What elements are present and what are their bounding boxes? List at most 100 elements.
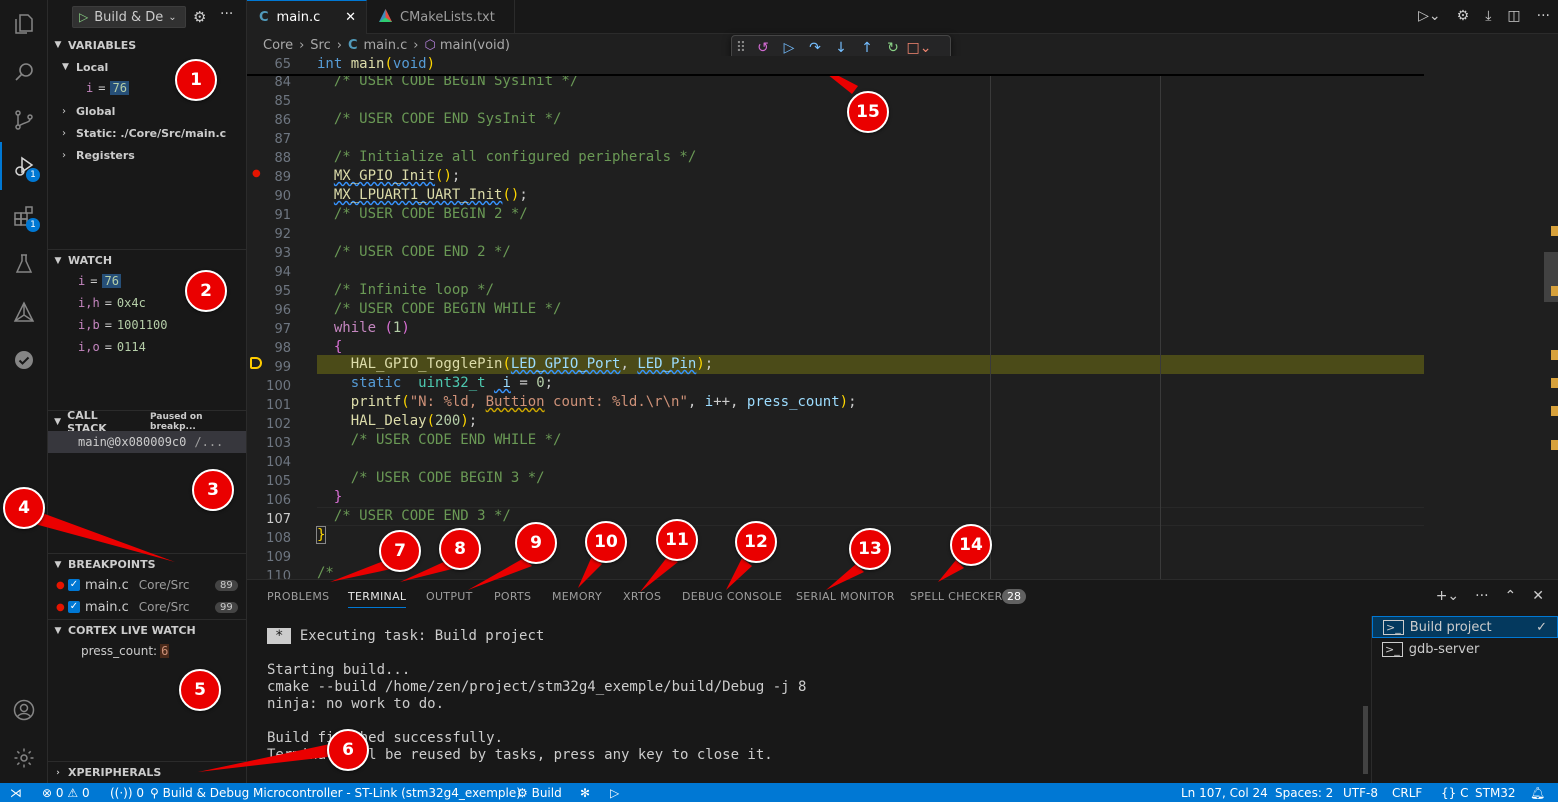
gear-icon[interactable] bbox=[0, 734, 48, 782]
function-symbol-icon: ⬡ bbox=[424, 37, 436, 53]
terminal-list-item[interactable]: >_ gdb-server bbox=[1372, 638, 1558, 660]
variables-global-scope[interactable]: › Global bbox=[48, 100, 246, 122]
search-icon[interactable] bbox=[0, 48, 48, 96]
tab-terminal[interactable]: TERMINAL bbox=[348, 590, 407, 608]
source-control-icon[interactable] bbox=[0, 96, 48, 144]
close-icon[interactable]: ✕ bbox=[345, 10, 356, 25]
end-of-line[interactable]: CRLF bbox=[1392, 783, 1422, 802]
watch-expression: i,o bbox=[78, 340, 100, 354]
code-line: MX_LPUART1_UART_Init(); bbox=[333, 187, 528, 203]
tab-xrtos[interactable]: XRTOS bbox=[623, 590, 661, 603]
tab-output[interactable]: OUTPUT bbox=[426, 590, 473, 603]
breakpoint-file: main.c bbox=[85, 577, 129, 593]
cursor-position[interactable]: Ln 107, Col 24 bbox=[1181, 783, 1268, 802]
run-icon[interactable]: ▷ bbox=[610, 783, 619, 802]
xperipherals-section-header[interactable]: › XPERIPHERALS bbox=[48, 761, 246, 783]
terminal-list-item[interactable]: >_ Build project ✓ bbox=[1372, 616, 1558, 638]
watch-section-header[interactable]: ▼ WATCH bbox=[48, 249, 246, 271]
annotation-marker: 8 bbox=[439, 528, 481, 570]
tab-debug-console[interactable]: DEBUG CONSOLE bbox=[682, 590, 782, 603]
annotation-marker: 13 bbox=[849, 528, 891, 570]
chevron-right-icon: › bbox=[62, 105, 66, 117]
breadcrumb-symbol[interactable]: main(void) bbox=[440, 38, 510, 53]
code-editor[interactable]: 65 int main(void) ● 84 85 86 87 88 89 90 91 92 93… bbox=[247, 56, 1558, 579]
notifications-bell-icon[interactable]: 🔔︎ bbox=[1530, 783, 1545, 802]
checkbox-checked-icon[interactable]: ✓ bbox=[68, 601, 80, 613]
line-number: 90 bbox=[274, 189, 291, 204]
new-terminal-icon[interactable]: +⌄ bbox=[1436, 588, 1459, 604]
tab-serial-monitor[interactable]: SERIAL MONITOR bbox=[796, 590, 895, 603]
breadcrumb-file[interactable]: main.c bbox=[364, 38, 408, 53]
more-actions-icon[interactable]: ··· bbox=[220, 6, 233, 22]
start-debugging-icon[interactable]: ▷ bbox=[79, 10, 88, 24]
variables-section-header[interactable]: ▼ VARIABLES bbox=[48, 34, 246, 56]
tab-memory[interactable]: MEMORY bbox=[552, 590, 602, 603]
terminal-name: Build project bbox=[1409, 619, 1492, 635]
launch-config-select[interactable]: ▷ Build & De ⌄ bbox=[72, 6, 186, 28]
build-status[interactable]: ⚙ Build bbox=[517, 783, 562, 802]
language-mode[interactable]: {} C bbox=[1441, 783, 1469, 802]
terminal-task-line: * Executing task: Build project bbox=[267, 628, 544, 644]
tab-ports[interactable]: PORTS bbox=[494, 590, 531, 603]
chevron-right-icon: › bbox=[62, 127, 66, 139]
local-variable-i[interactable]: i = 76 bbox=[48, 77, 246, 99]
call-stack-frame[interactable]: main@0x080009c0 /... bbox=[48, 431, 246, 453]
live-watch-section-header[interactable]: ▼ CORTEX LIVE WATCH bbox=[48, 619, 246, 641]
line-number: 105 bbox=[266, 474, 291, 489]
tab-problems[interactable]: PROBLEMS bbox=[267, 590, 329, 603]
variables-static-scope[interactable]: › Static: ./Core/Src/main.c bbox=[48, 122, 246, 144]
terminal-line: cmake --build /home/zen/project/stm32g4_… bbox=[267, 679, 807, 695]
line-number: 93 bbox=[274, 246, 291, 261]
remote-icon[interactable]: ⋊ bbox=[10, 783, 22, 802]
run-debug-icon[interactable]: 1 bbox=[0, 142, 48, 190]
breadcrumb-folder[interactable]: Core bbox=[263, 38, 293, 53]
close-icon[interactable]: ✕ bbox=[1532, 588, 1544, 604]
ruler bbox=[990, 76, 991, 579]
call-stack-section-header[interactable]: ▼ CALL STACK Paused on breakp... bbox=[48, 409, 246, 435]
tasks-check-icon[interactable] bbox=[0, 336, 48, 384]
line-number: 104 bbox=[266, 455, 291, 470]
breakpoints-section-header[interactable]: ▼ BREAKPOINTS bbox=[48, 553, 246, 575]
variables-local-scope[interactable]: ▼ Local bbox=[48, 56, 246, 78]
variables-registers-scope[interactable]: › Registers bbox=[48, 144, 246, 166]
tab-main-c[interactable]: C main.c ✕ bbox=[247, 0, 367, 34]
split-editor-icon[interactable]: ◫ bbox=[1507, 8, 1520, 24]
encoding[interactable]: UTF-8 bbox=[1343, 783, 1378, 802]
maximize-panel-icon[interactable]: ⌃ bbox=[1505, 588, 1517, 604]
more-actions-icon[interactable]: ··· bbox=[1537, 8, 1550, 24]
breakpoint-item[interactable]: ● ✓ main.c Core/Src 89 bbox=[48, 574, 246, 596]
terminal-line: ninja: no work to do. bbox=[267, 696, 445, 712]
ports-status[interactable]: ((·)) 0 bbox=[110, 783, 144, 802]
chevron-right-icon: › bbox=[299, 37, 305, 53]
problems-status[interactable]: ⊗ 0 ⚠ 0 bbox=[42, 783, 90, 802]
accounts-icon[interactable] bbox=[0, 686, 48, 734]
download-icon[interactable]: ⤓ bbox=[1485, 8, 1491, 24]
gear-icon: ⚙ bbox=[517, 785, 528, 800]
gear-icon[interactable]: ⚙ bbox=[1457, 8, 1470, 24]
line-number: 87 bbox=[274, 132, 291, 147]
terminal-scrollbar[interactable] bbox=[1363, 706, 1368, 774]
tab-cmakelists[interactable]: CMakeLists.txt bbox=[367, 0, 515, 34]
watch-title: WATCH bbox=[68, 254, 113, 267]
live-watch-item[interactable]: press_count: 6 bbox=[48, 640, 246, 662]
debug-settings-gear-icon[interactable]: ⚙ bbox=[193, 8, 206, 26]
sticky-scroll-header[interactable]: 65 int main(void) bbox=[247, 56, 1424, 76]
checkbox-checked-icon[interactable]: ✓ bbox=[68, 579, 80, 591]
breakpoint-item[interactable]: ● ✓ main.c Core/Src 99 bbox=[48, 596, 246, 618]
explorer-icon[interactable] bbox=[0, 0, 48, 48]
cmake-icon[interactable] bbox=[0, 288, 48, 336]
static-scope-label: Static: ./Core/Src/main.c bbox=[76, 126, 227, 140]
extensions-icon[interactable]: 1 bbox=[0, 192, 48, 240]
tab-spell-checker[interactable]: SPELL CHECKER bbox=[910, 590, 1003, 603]
watch-item[interactable]: i,b = 1001100 bbox=[48, 314, 246, 336]
indentation[interactable]: Spaces: 2 bbox=[1275, 783, 1333, 802]
annotation-marker: 7 bbox=[379, 530, 421, 572]
breadcrumb-folder[interactable]: Src bbox=[310, 38, 330, 53]
launch-status[interactable]: ⚲ Build & Debug Microcontroller - ST-Lin… bbox=[150, 783, 521, 802]
debug-bug-icon[interactable]: ✻ bbox=[580, 783, 590, 802]
testing-icon[interactable] bbox=[0, 240, 48, 288]
more-actions-icon[interactable]: ··· bbox=[1475, 588, 1488, 604]
watch-item[interactable]: i,o = 0114 bbox=[48, 336, 246, 358]
platform[interactable]: STM32 bbox=[1475, 783, 1516, 802]
run-debug-dropdown-icon[interactable]: ▷⌄ bbox=[1418, 8, 1441, 24]
